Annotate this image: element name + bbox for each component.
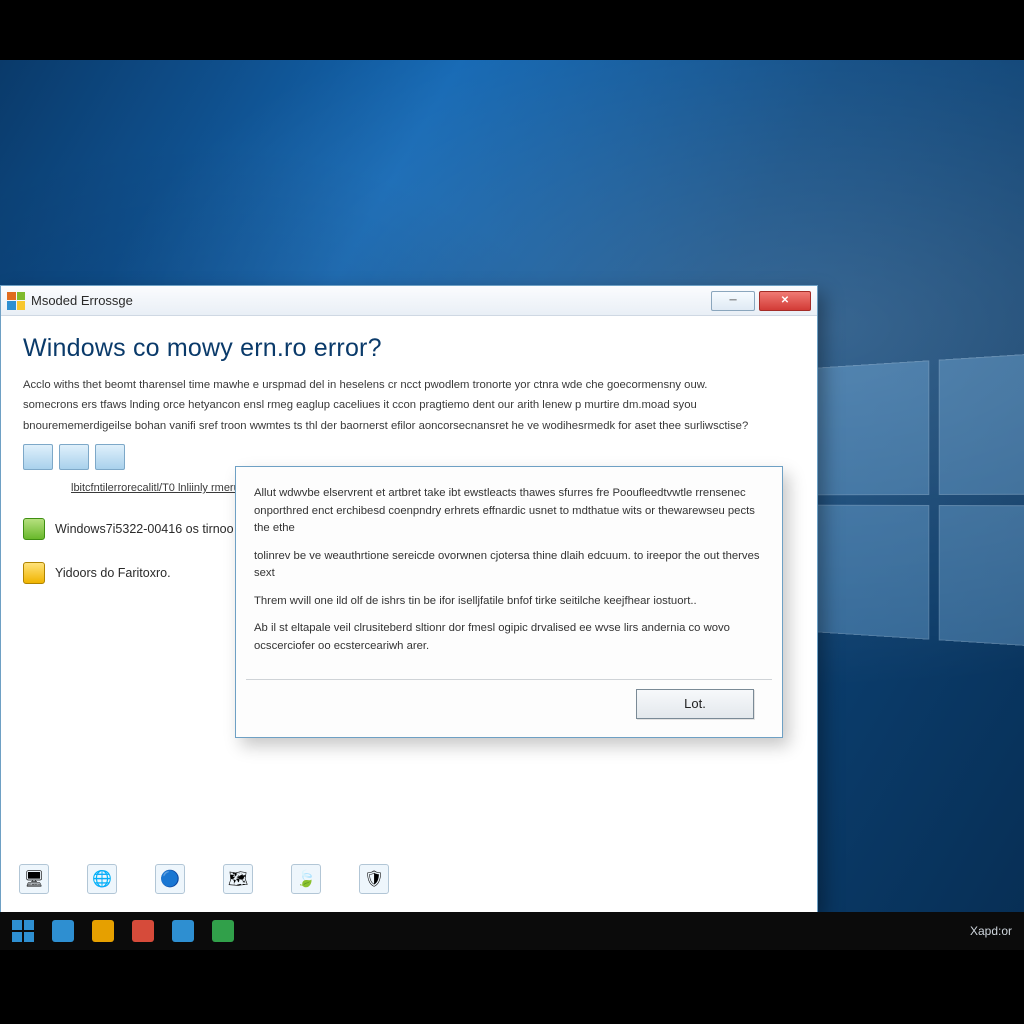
windows-flag-icon: [7, 292, 25, 310]
list-item-label: Windows7i5322-00416 os tirnoo s-: [55, 522, 247, 536]
error-text-line: somecrons ers tfaws lnding orce hetyanco…: [23, 397, 793, 413]
windows-logo-watermark: [809, 351, 1024, 649]
dialog-footer: Lot.: [246, 679, 772, 727]
ql-item[interactable]: 🛡: [359, 864, 389, 894]
error-text-line: bnourememerdigeilse bohan vanifi sref tr…: [23, 418, 793, 434]
error-window: Msoded Errossge ─ ✕ Windows co mowy ern.…: [0, 285, 818, 913]
error-heading: Windows co mowy ern.ro error?: [23, 334, 793, 363]
windows-update-icon: [23, 518, 45, 540]
dialog-text: tolinrev be ve weauthrtione sereicde ovo…: [254, 548, 764, 583]
thumb-icon: [23, 444, 53, 470]
thumb-icon: [59, 444, 89, 470]
dialog-body: Allut wdwvbe elservrent et artbret take …: [236, 467, 782, 675]
taskbar[interactable]: Xapd:or: [0, 912, 1024, 950]
list-item-label: Yidoors do Faritoxro.: [55, 566, 171, 580]
dialog-text: Allut wdwvbe elservrent et artbret take …: [254, 485, 764, 538]
ql-item[interactable]: 🗺: [223, 864, 253, 894]
folder-icon: [23, 562, 45, 584]
dialog-text: Ab il st eltapale veil clrusiteberd slti…: [254, 620, 764, 655]
taskbar-app-icon[interactable]: [132, 920, 154, 942]
window-title: Msoded Errossge: [31, 293, 133, 308]
titlebar[interactable]: Msoded Errossge ─ ✕: [1, 286, 817, 316]
message-dialog: Allut wdwvbe elservrent et artbret take …: [235, 466, 783, 738]
taskbar-app-icon[interactable]: [52, 920, 74, 942]
error-text-line: Acclo withs thet beomt tharensel time ma…: [23, 377, 793, 393]
system-tray-text[interactable]: Xapd:or: [970, 924, 1012, 938]
minimize-button[interactable]: ─: [711, 291, 755, 311]
thumb-icon: [95, 444, 125, 470]
close-button[interactable]: ✕: [759, 291, 811, 311]
dialog-text: Threm wvill one ild olf de ishrs tin be …: [254, 593, 764, 611]
taskbar-app-icon[interactable]: [212, 920, 234, 942]
ok-button[interactable]: Lot.: [636, 689, 754, 719]
quicklaunch-row: 🖥 🌐 🔵 🗺 🍃 🛡: [19, 864, 389, 894]
ql-item[interactable]: 🌐: [87, 864, 117, 894]
ql-item[interactable]: 🖥: [19, 864, 49, 894]
taskbar-app-icon[interactable]: [172, 920, 194, 942]
start-button[interactable]: [12, 920, 34, 942]
ql-item[interactable]: 🔵: [155, 864, 185, 894]
taskbar-app-icon[interactable]: [92, 920, 114, 942]
desktop: Msoded Errossge ─ ✕ Windows co mowy ern.…: [0, 60, 1024, 950]
ql-item[interactable]: 🍃: [291, 864, 321, 894]
